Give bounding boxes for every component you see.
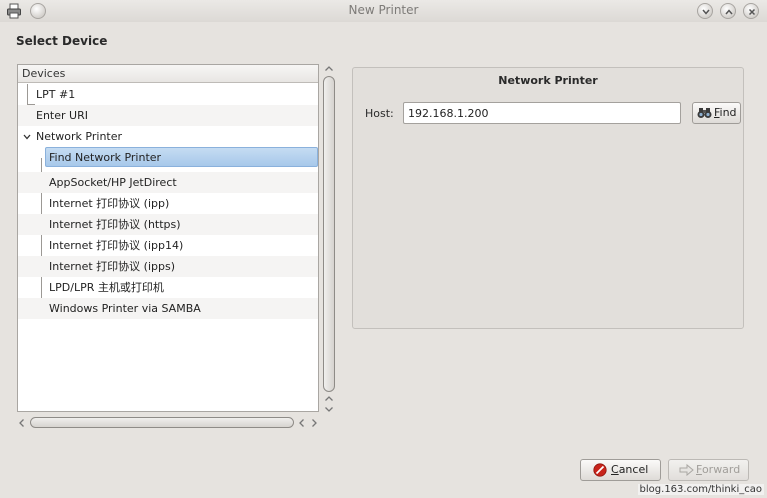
tree-item-label: Internet 打印协议 (ipp14): [49, 239, 184, 252]
tree-item-label: Internet 打印协议 (https): [49, 218, 181, 231]
tree-item-appsocket[interactable]: AppSocket/HP JetDirect: [18, 172, 318, 193]
tree-item-ipps[interactable]: Internet 打印协议 (ipps): [18, 256, 318, 277]
tree-item-label: Internet 打印协议 (ipps): [49, 260, 176, 273]
watermark: blog.163.com/thinki_cao: [637, 484, 764, 495]
title-bar: New Printer: [0, 0, 767, 22]
cancel-icon: [593, 463, 607, 477]
tree-item-label: Windows Printer via SAMBA: [49, 302, 201, 315]
minimize-icon[interactable]: [697, 3, 713, 19]
scroll-left-icon[interactable]: [297, 418, 307, 428]
tree-item-lpt1[interactable]: LPT #1: [18, 84, 318, 105]
tree-item-ipp[interactable]: Internet 打印协议 (ipp): [18, 193, 318, 214]
tree-item-network-printer[interactable]: Network Printer: [18, 126, 318, 147]
tree-item-label: Network Printer: [36, 130, 123, 143]
tree-item-ipp14[interactable]: Internet 打印协议 (ipp14): [18, 235, 318, 256]
host-label: Host:: [365, 107, 394, 120]
forward-button: Forward: [668, 459, 749, 481]
cancel-mnemonic: C: [611, 463, 619, 476]
device-tree[interactable]: Devices LPT #1 Enter URI Network Printer…: [17, 64, 319, 412]
tree-vertical-scrollbar[interactable]: [320, 64, 338, 414]
scroll-up-icon[interactable]: [324, 394, 334, 404]
forward-label: orward: [701, 463, 741, 476]
tree-item-label: LPT #1: [36, 88, 76, 101]
tree-item-samba[interactable]: Windows Printer via SAMBA: [18, 298, 318, 319]
tree-item-label: Enter URI: [36, 109, 88, 122]
tree-horizontal-scrollbar[interactable]: [17, 415, 321, 431]
tree-item-https[interactable]: Internet 打印协议 (https): [18, 214, 318, 235]
find-label: ind: [719, 106, 737, 119]
scroll-thumb[interactable]: [30, 417, 294, 428]
tree-item-enter-uri[interactable]: Enter URI: [18, 105, 318, 126]
tree-header-devices[interactable]: Devices: [18, 65, 318, 83]
tree-item-lpd[interactable]: LPD/LPR 主机或打印机: [18, 277, 318, 298]
window-title: New Printer: [348, 3, 419, 17]
expander-arrow-icon[interactable]: [23, 133, 31, 141]
find-button[interactable]: Find: [692, 102, 741, 124]
network-printer-panel: Network Printer Host: Find: [352, 67, 744, 329]
scroll-left-icon[interactable]: [17, 418, 27, 428]
scroll-thumb[interactable]: [323, 76, 335, 392]
tree-item-find-network-printer[interactable]: Find Network Printer: [18, 147, 318, 168]
binoculars-icon: [697, 108, 712, 118]
cancel-label: ancel: [618, 463, 649, 476]
page-heading: Select Device: [16, 34, 108, 48]
close-icon[interactable]: [743, 3, 759, 19]
tree-item-label: Find Network Printer: [49, 151, 162, 164]
panel-title: Network Printer: [498, 74, 598, 87]
maximize-icon[interactable]: [720, 3, 736, 19]
scroll-right-icon[interactable]: [309, 418, 319, 428]
cancel-button[interactable]: Cancel: [580, 459, 661, 481]
tree-item-label: AppSocket/HP JetDirect: [49, 176, 177, 189]
tree-item-label: LPD/LPR 主机或打印机: [49, 281, 164, 294]
scroll-up-icon[interactable]: [324, 64, 334, 74]
tree-item-label: Internet 打印协议 (ipp): [49, 197, 170, 210]
forward-arrow-icon: [679, 463, 694, 477]
scroll-down-icon[interactable]: [324, 404, 334, 414]
host-input[interactable]: [403, 102, 681, 124]
